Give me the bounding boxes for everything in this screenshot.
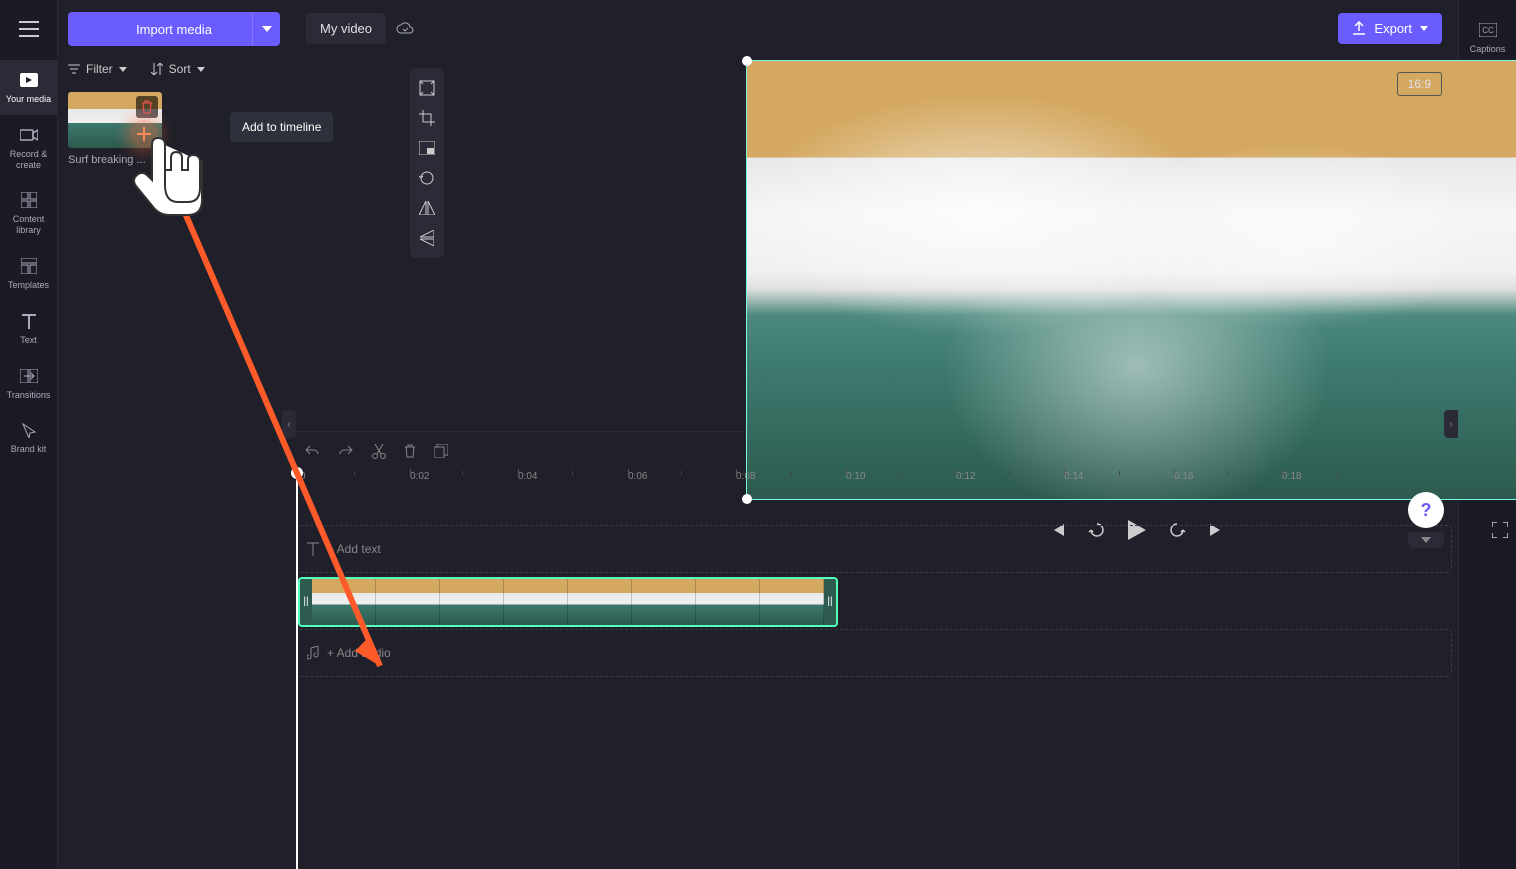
- preview-frame[interactable]: [746, 60, 1516, 500]
- captions-icon: CC: [1478, 20, 1498, 40]
- ruler-tick: 0:14: [1064, 471, 1083, 482]
- sort-button[interactable]: Sort: [151, 62, 205, 76]
- ruler-tick: 0:18: [1282, 471, 1301, 482]
- help-button[interactable]: ?: [1408, 492, 1444, 528]
- trash-icon: [141, 100, 153, 114]
- export-button[interactable]: Export: [1338, 13, 1442, 44]
- chevron-down-icon: [1420, 26, 1428, 31]
- playhead[interactable]: [296, 471, 298, 869]
- menu-button[interactable]: [10, 10, 48, 48]
- filter-icon: [68, 63, 80, 75]
- sort-icon: [151, 63, 163, 75]
- resize-handle-tl[interactable]: [742, 56, 752, 66]
- cloud-sync-icon[interactable]: [396, 21, 414, 35]
- library-icon: [19, 190, 39, 210]
- help-expand[interactable]: [1408, 532, 1444, 548]
- camera-icon: [19, 125, 39, 145]
- aspect-ratio-button[interactable]: 16:9: [1397, 72, 1442, 96]
- sidebar-item-text[interactable]: Text: [0, 301, 58, 356]
- center-area: My video Export 16:9: [290, 0, 1458, 869]
- export-label: Export: [1374, 21, 1412, 36]
- sidebar-label: Brand kit: [11, 444, 47, 455]
- delete-button[interactable]: [404, 444, 416, 458]
- add-to-timeline-button[interactable]: [130, 120, 158, 148]
- media-panel: Import media Filter Sort Surf breaking .…: [58, 0, 290, 869]
- text-icon: [307, 542, 319, 556]
- brandkit-icon: [19, 420, 39, 440]
- ruler-tick: 0:02: [410, 471, 429, 482]
- audio-track[interactable]: + Add audio: [296, 629, 1452, 677]
- ruler-tick: 0:16: [1174, 471, 1193, 482]
- undo-button[interactable]: [304, 444, 320, 458]
- sort-label: Sort: [169, 62, 191, 76]
- clip-handle-left[interactable]: ||: [300, 579, 312, 625]
- flip-v-tool[interactable]: [413, 224, 441, 252]
- svg-text:CC: CC: [1482, 26, 1494, 35]
- timeline-tracks[interactable]: + Add text || || + Add audio: [290, 495, 1458, 869]
- import-media-button[interactable]: Import media: [68, 12, 280, 46]
- fullscreen-button[interactable]: [1492, 522, 1508, 538]
- add-text-label: + Add text: [327, 542, 381, 556]
- pip-tool[interactable]: [413, 134, 441, 162]
- ruler-tick: 0:12: [956, 471, 975, 482]
- ruler-tick: 0:08: [736, 471, 755, 482]
- sidebar-item-record-create[interactable]: Record & create: [0, 115, 58, 181]
- filter-button[interactable]: Filter: [68, 62, 127, 76]
- top-bar: My video Export: [290, 0, 1458, 56]
- plus-icon: [137, 127, 151, 141]
- templates-icon: [19, 256, 39, 276]
- duplicate-button[interactable]: [434, 444, 448, 458]
- sidebar-label: Text: [20, 335, 37, 346]
- ruler-tick: 0:10: [846, 471, 865, 482]
- ruler-tick: 0:06: [628, 471, 647, 482]
- text-track[interactable]: + Add text: [296, 525, 1452, 573]
- thumbnail-image: [68, 92, 162, 148]
- sidebar-label: Captions: [1470, 44, 1506, 55]
- preview-area: 16:9: [290, 56, 1458, 431]
- sidebar-label: Content library: [2, 214, 56, 236]
- ruler-tick: 0:04: [518, 471, 537, 482]
- upload-icon: [1352, 21, 1366, 35]
- preview-toolbar: [410, 68, 444, 258]
- sidebar-item-captions[interactable]: CC Captions: [1459, 10, 1516, 65]
- filter-label: Filter: [86, 62, 113, 76]
- text-icon: [19, 311, 39, 331]
- preview-video: [747, 61, 1516, 499]
- sidebar-item-brand-kit[interactable]: Brand kit: [0, 410, 58, 465]
- collapse-left-panel[interactable]: ‹: [282, 410, 296, 438]
- redo-button[interactable]: [338, 444, 354, 458]
- clip-frames: [312, 579, 824, 625]
- transitions-icon: [19, 366, 39, 386]
- split-button[interactable]: [372, 443, 386, 459]
- sidebar-label: Transitions: [7, 390, 51, 401]
- left-toolbar: Your media Record & create Content libra…: [0, 0, 58, 869]
- crop-tool[interactable]: [413, 104, 441, 132]
- import-label: Import media: [136, 22, 212, 37]
- flip-h-tool[interactable]: [413, 194, 441, 222]
- import-dropdown[interactable]: [252, 12, 280, 46]
- music-icon: [307, 646, 319, 660]
- video-clip[interactable]: || ||: [298, 577, 838, 627]
- video-title-input[interactable]: My video: [306, 13, 386, 44]
- sidebar-label: Record & create: [2, 149, 56, 171]
- sidebar-label: Templates: [8, 280, 49, 291]
- chevron-down-icon: [197, 67, 205, 72]
- sidebar-item-transitions[interactable]: Transitions: [0, 356, 58, 411]
- chevron-down-icon: [119, 67, 127, 72]
- rotate-tool[interactable]: [413, 164, 441, 192]
- media-icon: [19, 70, 39, 90]
- collapse-right-panel[interactable]: ›: [1444, 410, 1458, 438]
- timeline-ruler[interactable]: 0 0:02 0:04 0:06 0:08 0:10 0:12 0:14 0:1…: [290, 471, 1458, 495]
- media-thumbnail[interactable]: Surf breaking ...: [68, 92, 162, 166]
- add-audio-label: + Add audio: [327, 646, 391, 660]
- thumbnail-name: Surf breaking ...: [68, 154, 162, 166]
- sidebar-label: Your media: [6, 94, 51, 105]
- clip-handle-right[interactable]: ||: [824, 579, 836, 625]
- sidebar-item-templates[interactable]: Templates: [0, 246, 58, 301]
- delete-thumbnail-button[interactable]: [136, 96, 158, 118]
- fit-tool[interactable]: [413, 74, 441, 102]
- sidebar-item-content-library[interactable]: Content library: [0, 180, 58, 246]
- sidebar-item-your-media[interactable]: Your media: [0, 60, 58, 115]
